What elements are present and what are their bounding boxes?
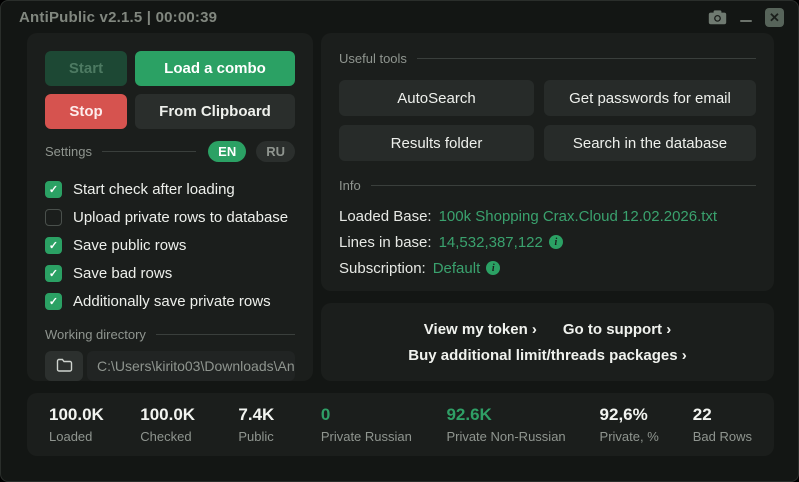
load-combo-button[interactable]: Load a combo xyxy=(135,51,295,86)
checkbox-save-bad-rows[interactable]: Save bad rows xyxy=(45,259,295,287)
useful-tools-grid: AutoSearch Get passwords for email Resul… xyxy=(339,80,756,161)
buy-packages-link[interactable]: Buy additional limit/threads packages › xyxy=(408,347,686,364)
info-row-loaded-base: Loaded Base: 100k Shopping Crax.Cloud 12… xyxy=(339,203,756,229)
stat-label: Loaded xyxy=(49,429,140,444)
stat-checked: 100.0K Checked xyxy=(140,405,238,444)
window-title: AntiPublic v2.1.5 | 00:00:39 xyxy=(19,9,217,26)
stop-button[interactable]: Stop xyxy=(45,94,127,129)
checkbox-label: Save bad rows xyxy=(73,265,172,282)
checkbox-label: Save public rows xyxy=(73,237,186,254)
settings-checkbox-list: Start check after loading Upload private… xyxy=(45,175,295,315)
titlebar: AntiPublic v2.1.5 | 00:00:39 ✕ xyxy=(1,1,798,33)
stat-label: Private Russian xyxy=(321,429,447,444)
working-directory-header: Working directory xyxy=(45,327,295,342)
info-label: Info xyxy=(339,178,361,193)
working-directory-path[interactable]: C:\Users\kirito03\Downloads\An... xyxy=(87,351,295,381)
checkbox-start-check-after-loading[interactable]: Start check after loading xyxy=(45,175,295,203)
view-token-link[interactable]: View my token › xyxy=(424,321,537,338)
language-toggle-ru[interactable]: RU xyxy=(256,141,295,162)
info-key: Loaded Base: xyxy=(339,208,432,225)
stat-label: Private, % xyxy=(600,429,693,444)
browse-folder-button[interactable] xyxy=(45,351,83,381)
divider xyxy=(417,58,756,59)
useful-tools-label: Useful tools xyxy=(339,51,407,66)
checkbox-label: Upload private rows to database xyxy=(73,209,288,226)
settings-header: Settings EN RU xyxy=(45,141,295,162)
links-panel: View my token › Go to support › Buy addi… xyxy=(321,303,774,381)
support-link[interactable]: Go to support › xyxy=(563,321,671,338)
divider xyxy=(156,334,295,335)
stat-private-non-russian: 92.6K Private Non-Russian xyxy=(446,405,599,444)
window-controls: ✕ xyxy=(708,8,784,27)
stat-value: 100.0K xyxy=(49,405,140,425)
stat-value: 92.6K xyxy=(446,405,599,425)
stat-value: 0 xyxy=(321,405,447,425)
info-row-subscription: Subscription: Default i xyxy=(339,255,756,281)
from-clipboard-button[interactable]: From Clipboard xyxy=(135,94,295,129)
stat-value: 92,6% xyxy=(600,405,693,425)
stat-label: Public xyxy=(238,429,320,444)
stat-private-russian: 0 Private Russian xyxy=(321,405,447,444)
checkbox-label: Additionally save private rows xyxy=(73,293,271,310)
info-value: 100k Shopping Crax.Cloud 12.02.2026.txt xyxy=(439,208,718,225)
info-icon[interactable]: i xyxy=(549,235,563,249)
working-directory-label: Working directory xyxy=(45,327,146,342)
camera-icon[interactable] xyxy=(708,10,727,25)
checkbox-icon[interactable] xyxy=(45,265,62,282)
checkbox-icon[interactable] xyxy=(45,181,62,198)
start-button[interactable]: Start xyxy=(45,51,127,86)
close-button[interactable]: ✕ xyxy=(765,8,784,27)
stats-bar: 100.0K Loaded 100.0K Checked 7.4K Public… xyxy=(27,393,774,456)
info-value: Default xyxy=(433,260,481,277)
info-key: Subscription: xyxy=(339,260,426,277)
checkbox-upload-private-rows[interactable]: Upload private rows to database xyxy=(45,203,295,231)
info-value: 14,532,387,122 xyxy=(439,234,543,251)
info-rows: Loaded Base: 100k Shopping Crax.Cloud 12… xyxy=(339,203,756,281)
info-key: Lines in base: xyxy=(339,234,432,251)
stat-value: 22 xyxy=(693,405,752,425)
settings-label: Settings xyxy=(45,144,92,159)
app-window: AntiPublic v2.1.5 | 00:00:39 ✕ Start Loa… xyxy=(0,0,799,482)
results-folder-button[interactable]: Results folder xyxy=(339,125,534,161)
divider xyxy=(371,185,756,186)
stat-loaded: 100.0K Loaded xyxy=(49,405,140,444)
checkbox-label: Start check after loading xyxy=(73,181,235,198)
checkbox-icon[interactable] xyxy=(45,209,62,226)
checkbox-icon[interactable] xyxy=(45,293,62,310)
checkbox-save-private-rows[interactable]: Additionally save private rows xyxy=(45,287,295,315)
stat-bad-rows: 22 Bad Rows xyxy=(693,405,752,444)
stat-value: 7.4K xyxy=(238,405,320,425)
language-toggle-en[interactable]: EN xyxy=(208,141,246,162)
stat-value: 100.0K xyxy=(140,405,238,425)
info-header: Info xyxy=(339,178,756,193)
stat-label: Checked xyxy=(140,429,238,444)
checkbox-icon[interactable] xyxy=(45,237,62,254)
stat-private-percent: 92,6% Private, % xyxy=(600,405,693,444)
stat-label: Private Non-Russian xyxy=(446,429,599,444)
minimize-button[interactable] xyxy=(739,10,753,24)
tools-info-panel: Useful tools AutoSearch Get passwords fo… xyxy=(321,33,774,291)
useful-tools-header: Useful tools xyxy=(339,51,756,66)
stat-label: Bad Rows xyxy=(693,429,752,444)
autosearch-button[interactable]: AutoSearch xyxy=(339,80,534,116)
search-database-button[interactable]: Search in the database xyxy=(544,125,756,161)
get-passwords-button[interactable]: Get passwords for email xyxy=(544,80,756,116)
checkbox-save-public-rows[interactable]: Save public rows xyxy=(45,231,295,259)
control-panel: Start Load a combo Stop From Clipboard S… xyxy=(27,33,313,381)
divider xyxy=(102,151,196,152)
stat-public: 7.4K Public xyxy=(238,405,320,444)
info-icon[interactable]: i xyxy=(486,261,500,275)
folder-icon xyxy=(56,358,73,375)
info-row-lines-in-base: Lines in base: 14,532,387,122 i xyxy=(339,229,756,255)
